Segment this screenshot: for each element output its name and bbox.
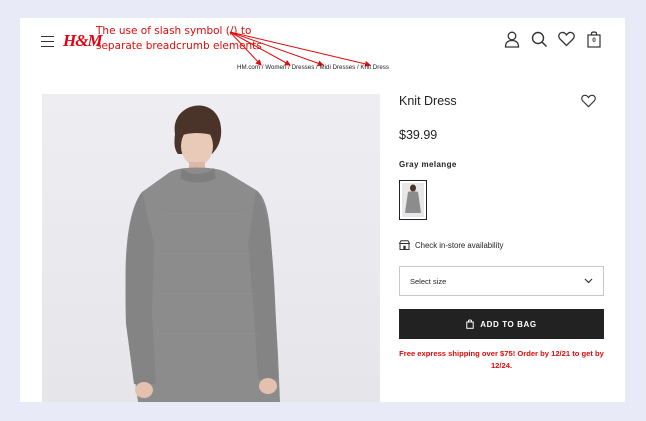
- bag-count: 0: [592, 37, 596, 44]
- store-icon: [399, 240, 410, 250]
- store-availability[interactable]: Check in-store availability: [399, 240, 503, 250]
- color-swatch-selected[interactable]: [399, 180, 427, 220]
- page-frame: H&M The use of slash symbol (/) to separ…: [20, 18, 625, 402]
- breadcrumb-item-women[interactable]: Women: [265, 64, 286, 71]
- heart-icon[interactable]: [558, 31, 575, 47]
- add-to-bag-button[interactable]: ADD TO BAG: [399, 309, 604, 339]
- swatch-thumbnail: [402, 183, 424, 217]
- breadcrumb-item-dresses[interactable]: Dresses: [292, 64, 315, 71]
- breadcrumb-item-midi-dresses[interactable]: Midi Dresses: [319, 64, 355, 71]
- store-availability-link[interactable]: Check in-store availability: [415, 241, 503, 250]
- shipping-promo-text: Free express shipping over $75! Order by…: [399, 349, 604, 370]
- breadcrumb-item-current: Knit Dress: [360, 64, 389, 71]
- product-title: Knit Dress: [399, 94, 457, 108]
- add-to-bag-label: ADD TO BAG: [480, 319, 537, 329]
- menu-icon[interactable]: [41, 36, 54, 48]
- product-price: $39.99: [399, 128, 438, 142]
- product-image[interactable]: [42, 94, 380, 402]
- size-dropdown-label: Select size: [410, 276, 447, 286]
- annotation-text: The use of slash symbol (/) to separate …: [96, 25, 262, 52]
- color-name: Gray melange: [399, 160, 457, 169]
- bag-icon: [466, 319, 474, 329]
- search-icon[interactable]: [531, 31, 548, 48]
- breadcrumb-item-home[interactable]: HM.com: [237, 64, 260, 71]
- model-photo: [125, 105, 281, 402]
- size-dropdown[interactable]: Select size: [399, 266, 604, 296]
- add-to-favorites-icon[interactable]: [581, 94, 596, 108]
- chevron-down-icon: [584, 278, 593, 284]
- account-icon[interactable]: [504, 31, 520, 48]
- shopping-bag-icon[interactable]: 0: [587, 30, 601, 48]
- breadcrumb: HM.com / Women / Dresses / Midi Dresses …: [237, 64, 389, 71]
